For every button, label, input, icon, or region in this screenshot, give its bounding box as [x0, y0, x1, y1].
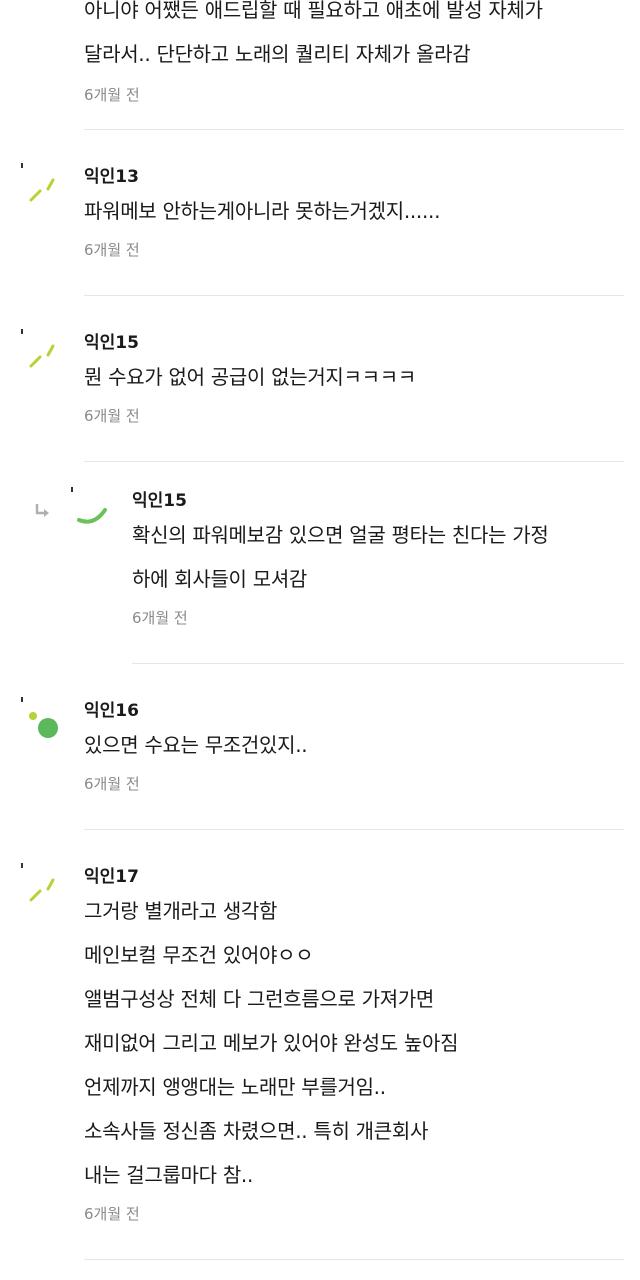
- avatar[interactable]: [18, 159, 68, 209]
- sprout-icon: [21, 863, 55, 902]
- comment-time: 6개월 전: [84, 241, 140, 259]
- comment-author[interactable]: 익인16: [84, 699, 620, 723]
- comment-author[interactable]: 익인15: [84, 331, 620, 355]
- comment-body: 익인17 그거랑 별개라고 생각함 메인보컬 무조건 있어야ㅇㅇ 앨범구성상 전…: [84, 859, 620, 1225]
- comment-time: 6개월 전: [84, 775, 140, 793]
- comment-body: 익인16 있으면 수요는 무조건있지.. 6개월 전: [84, 693, 620, 795]
- comment-text: 그거랑 별개라고 생각함 메인보컬 무조건 있어야ㅇㅇ 앨범구성상 전체 다 그…: [84, 899, 459, 1187]
- sprout-icon: [21, 329, 55, 368]
- comment-divider: [84, 461, 624, 462]
- avatar[interactable]: [18, 693, 68, 743]
- comment-time: 6개월 전: [132, 609, 188, 627]
- arc-icon: [71, 487, 107, 524]
- comment-body: 아니야 어쨌든 애드립할 때 필요하고 애초에 발성 자체가 달라서.. 단단하…: [84, 0, 620, 106]
- comment-body: 익인13 파워메보 안하는게아니라 못하는거겠지...... 6개월 전: [84, 159, 620, 261]
- comment-body: 익인15 뭔 수요가 없어 공급이 없는거지ㅋㅋㅋㅋ 6개월 전: [84, 325, 620, 427]
- avatar[interactable]: [18, 859, 68, 909]
- avatar[interactable]: [60, 483, 110, 533]
- comment-text: 아니야 어쨌든 애드립할 때 필요하고 애초에 발성 자체가 달라서.. 단단하…: [84, 0, 543, 66]
- comment-text: 파워메보 안하는게아니라 못하는거겠지......: [84, 199, 441, 223]
- reply-arrow-icon: [34, 503, 52, 519]
- comment-text: 확신의 파워메보감 있으면 얼굴 평타는 친다는 가정 하에 회사들이 모셔감: [132, 523, 549, 591]
- comment-time: 6개월 전: [84, 1205, 140, 1223]
- circle-icon: [21, 697, 58, 738]
- comment-item: 아니야 어쨌든 애드립할 때 필요하고 애초에 발성 자체가 달라서.. 단단하…: [0, 0, 640, 130]
- comment-divider: [84, 129, 624, 130]
- comment-item: 익인17 그거랑 별개라고 생각함 메인보컬 무조건 있어야ㅇㅇ 앨범구성상 전…: [0, 859, 640, 1264]
- comment-time: 6개월 전: [84, 407, 140, 425]
- comment-item: 익인13 파워메보 안하는게아니라 못하는거겠지...... 6개월 전: [0, 159, 640, 297]
- reply-item: 익인15 확신의 파워메보감 있으면 얼굴 평타는 친다는 가정 하에 회사들이…: [0, 483, 640, 665]
- comment-time: 6개월 전: [84, 86, 140, 104]
- comment-divider: [84, 1259, 624, 1260]
- comment-divider: [84, 295, 624, 296]
- comment-text: 뭔 수요가 없어 공급이 없는거지ㅋㅋㅋㅋ: [84, 365, 416, 389]
- comment-item: 익인15 뭔 수요가 없어 공급이 없는거지ㅋㅋㅋㅋ 6개월 전: [0, 325, 640, 463]
- comment-text: 있으면 수요는 무조건있지..: [84, 733, 308, 757]
- comment-author[interactable]: 익인13: [84, 165, 620, 189]
- comment-author[interactable]: 익인15: [132, 489, 620, 513]
- comment-author[interactable]: 익인17: [84, 865, 620, 889]
- comment-divider: [84, 829, 624, 830]
- comment-divider: [132, 663, 624, 664]
- comment-item: 익인16 있으면 수요는 무조건있지.. 6개월 전: [0, 693, 640, 831]
- comment-body: 익인15 확신의 파워메보감 있으면 얼굴 평타는 친다는 가정 하에 회사들이…: [132, 483, 620, 629]
- avatar[interactable]: [18, 325, 68, 375]
- sprout-icon: [21, 163, 55, 202]
